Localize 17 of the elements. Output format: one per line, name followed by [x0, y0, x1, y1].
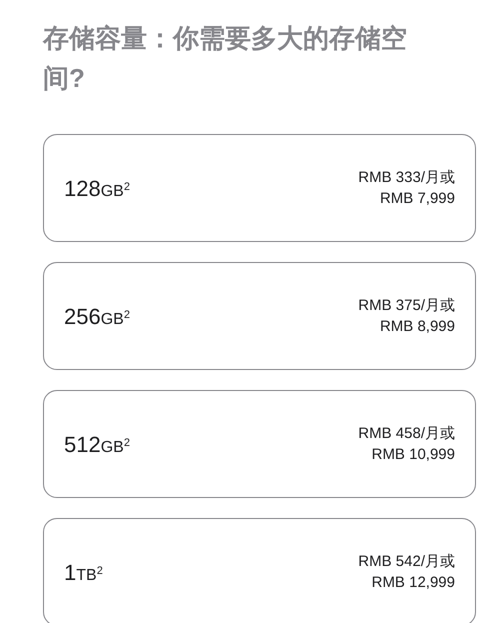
full-price: RMB 7,999 — [380, 189, 455, 209]
full-price: RMB 12,999 — [372, 573, 455, 593]
capacity-label: 256GB$^{2}$ — [64, 302, 130, 330]
monthly-price: RMB 333/月或 — [358, 168, 455, 188]
section-heading: 存储容量：你需要多大的存储空间? — [43, 22, 408, 95]
capacity-label: 512GB$^{2}$ — [64, 430, 130, 458]
full-price: RMB 8,999 — [380, 317, 455, 337]
monthly-price: RMB 458/月或 — [358, 424, 455, 444]
capacity-label: 1TB$^{2}$ — [64, 558, 103, 586]
capacity-label: 128GB$^{2}$ — [64, 174, 130, 202]
storage-option[interactable]: 256GB$^{2}$ RMB 375/月或 RMB 8,999 — [43, 262, 476, 370]
monthly-price: RMB 375/月或 — [358, 296, 455, 316]
storage-option[interactable]: 128GB$^{2}$ RMB 333/月或 RMB 7,999 — [43, 134, 476, 242]
monthly-price: RMB 542/月或 — [358, 552, 455, 572]
full-price: RMB 10,999 — [372, 445, 455, 465]
storage-option[interactable]: 512GB$^{2}$ RMB 458/月或 RMB 10,999 — [43, 390, 476, 498]
storage-option[interactable]: 1TB$^{2}$ RMB 542/月或 RMB 12,999 — [43, 518, 476, 623]
